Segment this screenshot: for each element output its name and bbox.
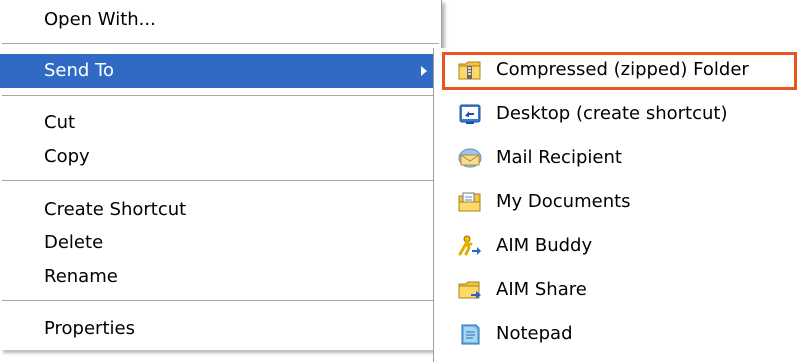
submenu-item-aim-buddy[interactable]: AIM Buddy: [434, 224, 807, 268]
submenu-item-label: Mail Recipient: [496, 147, 622, 168]
menu-item-cut[interactable]: Cut: [0, 106, 441, 140]
submenu-item-label: Compressed (zipped) Folder: [496, 59, 749, 80]
zip-folder-icon: [458, 59, 482, 81]
aim-share-folder-icon: [458, 279, 482, 301]
menu-separator: [2, 43, 439, 44]
submenu-item-label: AIM Buddy: [496, 235, 593, 256]
menu-item-label: Copy: [44, 146, 90, 167]
desktop-shortcut-icon: [458, 103, 482, 125]
menu-item-label: Properties: [44, 318, 135, 339]
menu-item-label: Delete: [44, 232, 104, 253]
menu-item-copy[interactable]: Copy: [0, 140, 441, 174]
menu-item-label: Create Shortcut: [44, 199, 187, 220]
submenu-item-desktop-shortcut[interactable]: Desktop (create shortcut): [434, 92, 807, 136]
submenu-item-notepad[interactable]: Notepad: [434, 312, 807, 356]
menu-item-rename[interactable]: Rename: [0, 260, 441, 294]
submenu-item-compressed-folder[interactable]: Compressed (zipped) Folder: [434, 48, 807, 92]
menu-item-label: Send To: [44, 60, 115, 81]
send-to-submenu: Compressed (zipped) Folder Desktop (crea…: [433, 48, 807, 362]
submenu-item-label: Notepad: [496, 323, 573, 344]
my-documents-icon: [458, 191, 482, 213]
menu-item-properties[interactable]: Properties: [0, 312, 441, 346]
menu-item-delete[interactable]: Delete: [0, 226, 441, 260]
context-menu: Open With... Send To Cut Copy Create Sho…: [0, 0, 442, 350]
menu-separator: [2, 180, 439, 181]
menu-item-send-to[interactable]: Send To: [0, 54, 441, 88]
submenu-item-my-documents[interactable]: My Documents: [434, 180, 807, 224]
menu-item-create-shortcut[interactable]: Create Shortcut: [0, 193, 441, 227]
menu-item-label: Cut: [44, 112, 76, 133]
menu-item-label: Rename: [44, 266, 118, 287]
menu-item-label: Open With...: [44, 9, 156, 30]
submenu-item-label: My Documents: [496, 191, 631, 212]
menu-separator: [2, 300, 439, 301]
mail-icon: [458, 147, 482, 169]
submenu-item-label: Desktop (create shortcut): [496, 103, 728, 124]
submenu-item-mail-recipient[interactable]: Mail Recipient: [434, 136, 807, 180]
menu-item-open-with[interactable]: Open With...: [0, 3, 441, 37]
notepad-icon: [458, 323, 482, 345]
submenu-arrow-icon: [421, 66, 427, 76]
submenu-item-aim-share[interactable]: AIM Share: [434, 268, 807, 312]
aim-buddy-icon: [458, 235, 482, 257]
screenshot-stage: Open With... Send To Cut Copy Create Sho…: [0, 0, 807, 362]
menu-separator: [2, 95, 439, 96]
submenu-item-label: AIM Share: [496, 279, 587, 300]
